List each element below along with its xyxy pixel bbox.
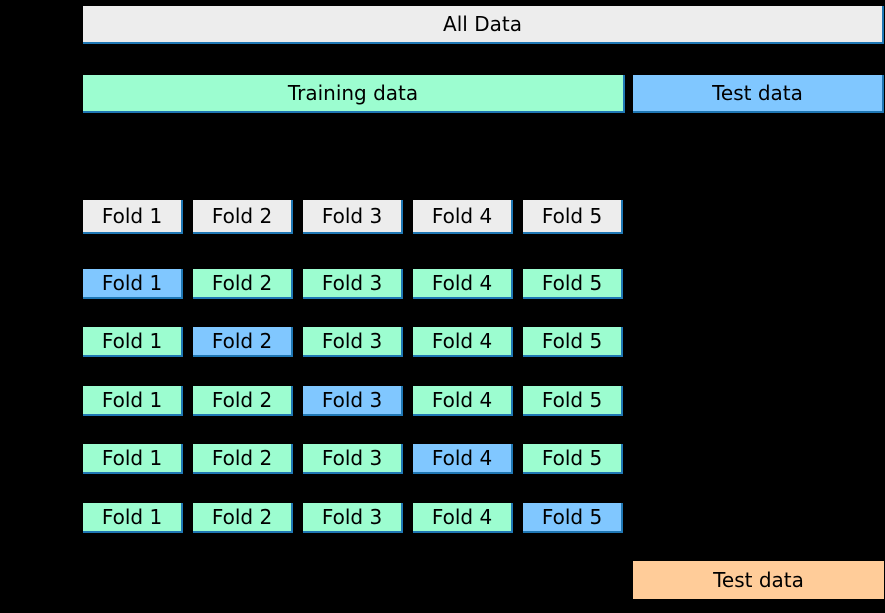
fold-cell-r2-c0: Fold 1 [83, 327, 183, 357]
test-data-bar-bottom: Test data [633, 561, 884, 599]
fold-cell-r5-c1: Fold 2 [193, 503, 293, 533]
fold-cell-r1-c1: Fold 2 [193, 269, 293, 299]
fold-cell-r0-c3: Fold 4 [413, 200, 513, 234]
fold-cell-r3-c4: Fold 5 [523, 386, 623, 416]
fold-cell-r4-c2: Fold 3 [303, 444, 403, 474]
fold-cell-r1-c2: Fold 3 [303, 269, 403, 299]
fold-cell-r5-c2: Fold 3 [303, 503, 403, 533]
fold-cell-r2-c4: Fold 5 [523, 327, 623, 357]
fold-cell-r3-c0: Fold 1 [83, 386, 183, 416]
fold-cell-r5-c3: Fold 4 [413, 503, 513, 533]
fold-cell-r0-c0: Fold 1 [83, 200, 183, 234]
fold-cell-r2-c2: Fold 3 [303, 327, 403, 357]
fold-cell-r0-c4: Fold 5 [523, 200, 623, 234]
fold-cell-r3-c1: Fold 2 [193, 386, 293, 416]
fold-cell-r4-c1: Fold 2 [193, 444, 293, 474]
fold-cell-r1-c0: Fold 1 [83, 269, 183, 299]
fold-cell-r3-c2: Fold 3 [303, 386, 403, 416]
cv-diagram: All DataTraining dataTest dataFold 1Fold… [0, 0, 885, 613]
fold-cell-r0-c1: Fold 2 [193, 200, 293, 234]
fold-cell-r5-c0: Fold 1 [83, 503, 183, 533]
fold-cell-r3-c3: Fold 4 [413, 386, 513, 416]
fold-cell-r1-c3: Fold 4 [413, 269, 513, 299]
fold-cell-r1-c4: Fold 5 [523, 269, 623, 299]
fold-cell-r2-c3: Fold 4 [413, 327, 513, 357]
fold-cell-r5-c4: Fold 5 [523, 503, 623, 533]
fold-cell-r4-c3: Fold 4 [413, 444, 513, 474]
fold-cell-r0-c2: Fold 3 [303, 200, 403, 234]
fold-cell-r4-c4: Fold 5 [523, 444, 623, 474]
fold-cell-r4-c0: Fold 1 [83, 444, 183, 474]
fold-cell-r2-c1: Fold 2 [193, 327, 293, 357]
training-data-bar: Training data [83, 75, 625, 113]
test-data-bar-top: Test data [633, 75, 884, 113]
all-data-bar: All Data [83, 6, 884, 44]
